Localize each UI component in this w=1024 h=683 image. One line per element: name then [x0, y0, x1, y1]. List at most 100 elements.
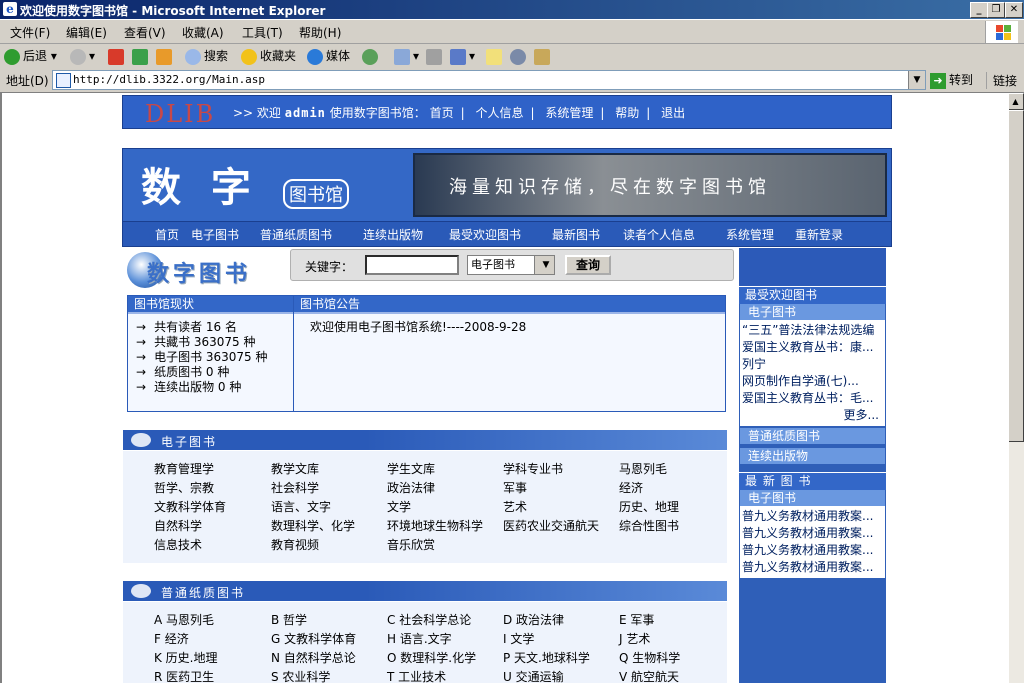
forward-button[interactable]: ▾ — [70, 47, 95, 65]
menu-tools[interactable]: 工具(T) — [242, 24, 283, 41]
paperbook-category-link[interactable]: D 政治法律 — [503, 611, 564, 628]
ebook-category-link[interactable]: 艺术 — [503, 498, 527, 515]
menu-favorites[interactable]: 收藏(A) — [182, 24, 224, 41]
research-button[interactable] — [534, 47, 553, 65]
popular-paper-link[interactable]: 普通纸质图书 — [740, 428, 885, 444]
newest-item[interactable]: 普九义务教材通用教案... — [742, 508, 883, 525]
newest-item[interactable]: 普九义务教材通用教案... — [742, 559, 883, 576]
paperbook-category-link[interactable]: C 社会科学总论 — [387, 611, 471, 628]
category-select[interactable]: 电子图书 ▼ — [467, 255, 555, 275]
ebook-category-link[interactable]: 语言、文字 — [271, 498, 331, 515]
messenger-button[interactable] — [510, 47, 529, 65]
paperbook-category-link[interactable]: I 文学 — [503, 630, 534, 647]
home-button[interactable] — [156, 47, 175, 65]
ebook-category-link[interactable]: 医药农业交通航天 — [503, 517, 599, 534]
nav-home[interactable]: 首页 — [155, 226, 179, 243]
ebook-category-link[interactable]: 文教科学体育 — [154, 498, 226, 515]
ebook-category-link[interactable]: 音乐欣赏 — [387, 536, 435, 553]
ebook-category-link[interactable]: 环境地球生物科学 — [387, 517, 483, 534]
ebook-category-link[interactable]: 文学 — [387, 498, 411, 515]
address-input[interactable]: http://dlib.3322.org/Main.asp ▼ — [52, 70, 926, 90]
paperbook-category-link[interactable]: U 交通运输 — [503, 668, 564, 683]
nav-popular[interactable]: 最受欢迎图书 — [449, 226, 521, 243]
popular-item[interactable]: 网页制作自学通(七)... — [742, 373, 883, 390]
paperbook-category-link[interactable]: P 天文.地球科学 — [503, 649, 590, 666]
ebook-category-link[interactable]: 军事 — [503, 479, 527, 496]
nav-relogin[interactable]: 重新登录 — [795, 226, 843, 243]
nav-serials[interactable]: 连续出版物 — [363, 226, 423, 243]
refresh-button[interactable] — [132, 47, 151, 65]
address-url[interactable]: http://dlib.3322.org/Main.asp — [73, 73, 265, 86]
mail-button[interactable]: ▾ — [394, 47, 419, 65]
paperbook-category-link[interactable]: T 工业技术 — [387, 668, 446, 683]
nav-newest[interactable]: 最新图书 — [552, 226, 600, 243]
paperbook-category-link[interactable]: G 文教科学体育 — [271, 630, 356, 647]
popular-item[interactable]: 爱国主义教育丛书：毛... — [742, 390, 883, 407]
paperbook-category-link[interactable]: R 医药卫生 — [154, 668, 214, 683]
edit-button[interactable]: ▾ — [450, 47, 475, 65]
back-button[interactable]: 后退 ▾ — [4, 47, 57, 65]
paperbook-category-link[interactable]: V 航空航天 — [619, 668, 679, 683]
search-button[interactable]: 搜索 — [185, 47, 228, 65]
stop-button[interactable] — [108, 47, 127, 65]
print-button[interactable] — [426, 47, 445, 65]
popular-item[interactable]: 列宁 — [742, 356, 883, 373]
restore-button[interactable]: ❐ — [987, 2, 1005, 18]
links-button[interactable]: 链接 — [986, 72, 1017, 89]
vertical-scrollbar[interactable]: ▲ — [1007, 93, 1024, 683]
paperbook-category-link[interactable]: K 历史.地理 — [154, 649, 218, 666]
nav-admin[interactable]: 系统管理 — [726, 226, 774, 243]
paperbook-category-link[interactable]: S 农业科学 — [271, 668, 330, 683]
media-button[interactable]: 媒体 — [307, 47, 350, 65]
newest-ebooks-link[interactable]: 电子图书 — [740, 490, 885, 506]
paperbook-category-link[interactable]: Q 生物科学 — [619, 649, 680, 666]
top-link-admin[interactable]: 系统管理 — [545, 106, 593, 120]
paperbook-category-link[interactable]: H 语言.文字 — [387, 630, 452, 647]
scroll-up-icon[interactable]: ▲ — [1007, 93, 1024, 110]
menu-view[interactable]: 查看(V) — [124, 24, 166, 41]
more-link[interactable]: 更多... — [742, 407, 883, 424]
top-link-profile[interactable]: 个人信息 — [475, 106, 523, 120]
top-link-help[interactable]: 帮助 — [615, 106, 639, 120]
ebook-category-link[interactable]: 教学文库 — [271, 460, 319, 477]
go-button[interactable]: ➜ 转到 — [930, 71, 973, 89]
scroll-thumb[interactable] — [1007, 110, 1024, 442]
paperbook-category-link[interactable]: F 经济 — [154, 630, 189, 647]
paperbook-category-link[interactable]: O 数理科学.化学 — [387, 649, 476, 666]
popular-serial-link[interactable]: 连续出版物 — [740, 448, 885, 464]
ebook-category-link[interactable]: 学科专业书 — [503, 460, 563, 477]
favorites-button[interactable]: 收藏夹 — [241, 47, 296, 65]
paperbook-category-link[interactable]: B 哲学 — [271, 611, 307, 628]
ebook-category-link[interactable]: 教育管理学 — [154, 460, 214, 477]
popular-ebooks-link[interactable]: 电子图书 — [740, 304, 885, 320]
ebook-category-link[interactable]: 自然科学 — [154, 517, 202, 534]
newest-item[interactable]: 普九义务教材通用教案... — [742, 542, 883, 559]
ebook-category-link[interactable]: 信息技术 — [154, 536, 202, 553]
ebook-category-link[interactable]: 社会科学 — [271, 479, 319, 496]
close-button[interactable]: ✕ — [1005, 2, 1023, 18]
ebook-category-link[interactable]: 学生文库 — [387, 460, 435, 477]
top-link-home[interactable]: 首页 — [430, 106, 454, 120]
paperbook-category-link[interactable]: A 马恩列毛 — [154, 611, 214, 628]
search-submit-button[interactable]: 查询 — [565, 255, 611, 275]
popular-item[interactable]: 爱国主义教育丛书：康... — [742, 339, 883, 356]
menu-help[interactable]: 帮助(H) — [299, 24, 341, 41]
paperbook-category-link[interactable]: J 艺术 — [619, 630, 650, 647]
ebook-category-link[interactable]: 经济 — [619, 479, 643, 496]
minimize-button[interactable]: _ — [970, 2, 988, 18]
chevron-down-icon[interactable]: ▼ — [534, 256, 554, 274]
keyword-input[interactable] — [365, 255, 459, 275]
menu-file[interactable]: 文件(F) — [10, 24, 50, 41]
ebook-category-link[interactable]: 政治法律 — [387, 479, 435, 496]
history-button[interactable] — [362, 47, 381, 65]
ebook-category-link[interactable]: 综合性图书 — [619, 517, 679, 534]
newest-item[interactable]: 普九义务教材通用教案... — [742, 525, 883, 542]
address-dropdown-icon[interactable]: ▼ — [908, 71, 925, 89]
nav-ebooks[interactable]: 电子图书 — [191, 226, 239, 243]
nav-reader-info[interactable]: 读者个人信息 — [623, 226, 695, 243]
ebook-category-link[interactable]: 马恩列毛 — [619, 460, 667, 477]
ebook-category-link[interactable]: 哲学、宗教 — [154, 479, 214, 496]
popular-item[interactable]: “三五”普法法律法规选编 — [742, 322, 883, 339]
paperbook-category-link[interactable]: E 军事 — [619, 611, 654, 628]
ebook-category-link[interactable]: 教育视频 — [271, 536, 319, 553]
